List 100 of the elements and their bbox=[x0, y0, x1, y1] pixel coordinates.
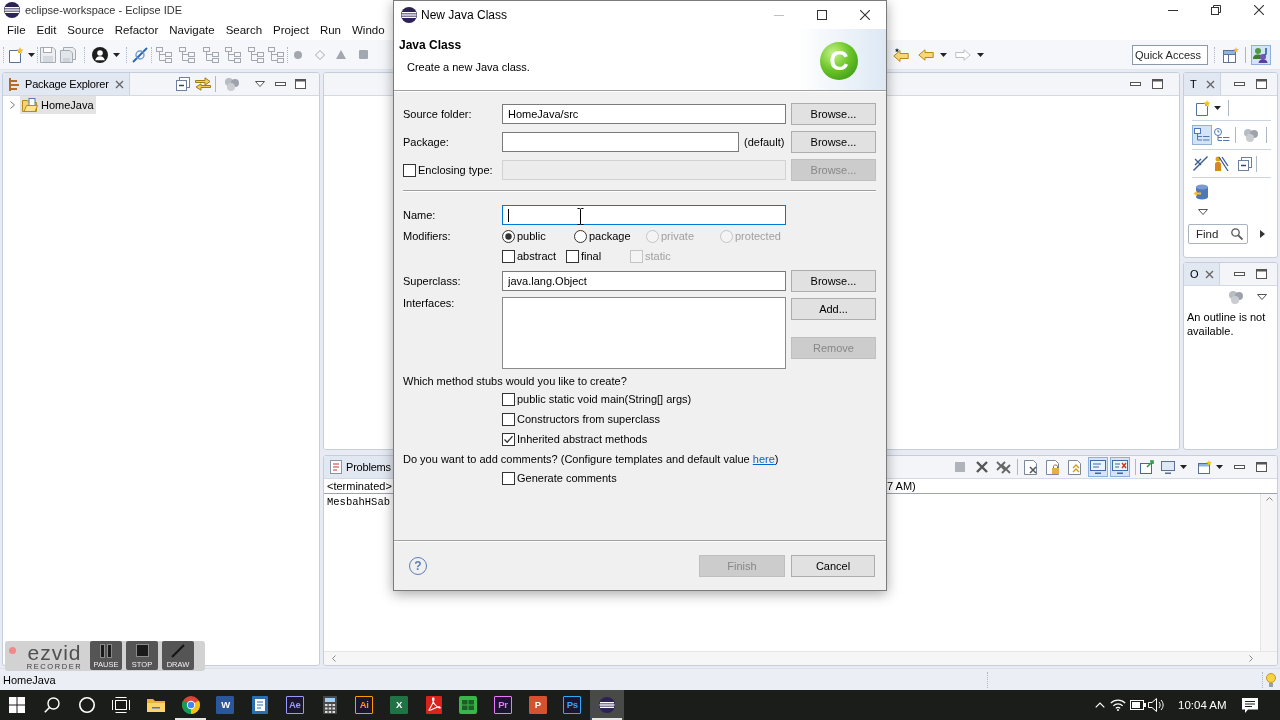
menu-item[interactable]: Source bbox=[67, 24, 104, 36]
start-icon[interactable] bbox=[9, 697, 26, 713]
document-x-icon[interactable] bbox=[1024, 459, 1038, 475]
slashed-circle-icon[interactable] bbox=[132, 46, 148, 63]
taskbar-app-button[interactable] bbox=[589, 690, 625, 720]
chevron-right-icon[interactable] bbox=[10, 101, 15, 109]
app-tile-button[interactable]: Ai bbox=[355, 696, 374, 714]
close-icon[interactable] bbox=[114, 79, 124, 89]
new-window-icon[interactable] bbox=[1198, 460, 1212, 474]
app-tile-button[interactable]: P bbox=[528, 696, 547, 714]
text-field[interactable]: HomeJava/src bbox=[502, 104, 786, 124]
restore-icon[interactable] bbox=[1210, 5, 1221, 15]
menu-item[interactable]: Navigate bbox=[169, 24, 215, 36]
wifi-icon[interactable] bbox=[1110, 699, 1126, 711]
menu-item[interactable]: File bbox=[7, 24, 26, 36]
striped-circle-icon[interactable] bbox=[599, 697, 616, 713]
starred-left-arrow-icon[interactable] bbox=[893, 47, 909, 62]
person-circle-icon[interactable] bbox=[92, 46, 108, 63]
x-icon[interactable] bbox=[976, 461, 988, 473]
window-plus-icon[interactable] bbox=[1223, 46, 1239, 63]
collapse-all-icon[interactable] bbox=[176, 77, 190, 91]
maximize-icon[interactable] bbox=[1256, 79, 1267, 89]
task-view-icon[interactable] bbox=[112, 697, 131, 713]
two-arrows-icon[interactable] bbox=[195, 77, 211, 91]
chevron-left-icon[interactable] bbox=[332, 655, 336, 662]
swirl-tile-icon[interactable] bbox=[425, 696, 442, 714]
circle-icon[interactable] bbox=[78, 697, 95, 713]
browse-button[interactable]: Browse... bbox=[791, 270, 876, 292]
tricolor-circle-icon[interactable] bbox=[181, 696, 200, 714]
menu-item[interactable]: Windo bbox=[352, 24, 385, 36]
left-arrow-icon[interactable] bbox=[918, 48, 934, 61]
checkbox[interactable] bbox=[502, 249, 515, 263]
checkbox[interactable] bbox=[502, 392, 515, 406]
browse-button[interactable]: Browse... bbox=[791, 131, 876, 153]
menu-item[interactable]: Project bbox=[273, 24, 309, 36]
collapse-all-icon[interactable] bbox=[1238, 156, 1252, 171]
close-icon[interactable] bbox=[1205, 269, 1215, 279]
browse-button[interactable]: Browse... bbox=[791, 103, 876, 125]
name-field[interactable] bbox=[502, 205, 786, 225]
right-triangle-icon[interactable] bbox=[1260, 230, 1265, 238]
close-icon[interactable] bbox=[859, 10, 870, 20]
pause-icon[interactable] bbox=[100, 644, 112, 658]
vertical-scrollbar[interactable] bbox=[1260, 494, 1277, 651]
caret-icon[interactable] bbox=[1180, 465, 1187, 469]
app-tile-button[interactable]: W bbox=[216, 696, 235, 714]
menu-item[interactable]: Run bbox=[319, 24, 341, 36]
view-tab[interactable]: O bbox=[1184, 263, 1221, 285]
text-field[interactable]: java.lang.Object bbox=[502, 271, 786, 291]
view-tab[interactable]: Package Explorer bbox=[3, 73, 130, 95]
battery-icon[interactable] bbox=[1130, 700, 1146, 710]
double-x-icon[interactable] bbox=[996, 460, 1011, 474]
quick-access-field[interactable]: Quick Access bbox=[1132, 44, 1208, 65]
monitor-icon[interactable] bbox=[1161, 460, 1175, 474]
minimize-icon[interactable] bbox=[275, 82, 286, 86]
checkbox[interactable] bbox=[566, 249, 579, 263]
dialog-button[interactable]: Cancel bbox=[791, 555, 875, 577]
caret-icon[interactable] bbox=[1216, 465, 1223, 469]
radio-button[interactable] bbox=[502, 229, 515, 243]
close-icon[interactable] bbox=[1205, 79, 1215, 89]
app-tile-button[interactable]: X bbox=[389, 696, 408, 714]
stop-icon[interactable] bbox=[135, 644, 149, 657]
caret-icon[interactable] bbox=[940, 52, 947, 57]
maximize-icon[interactable] bbox=[1152, 79, 1163, 89]
menu-item[interactable]: Edit bbox=[36, 24, 57, 36]
volume-icon[interactable] bbox=[1148, 698, 1164, 712]
document-lock-icon[interactable] bbox=[1046, 459, 1060, 475]
notification-icon[interactable] bbox=[1242, 697, 1258, 713]
checkbox[interactable] bbox=[502, 471, 515, 485]
templates-link[interactable]: here bbox=[752, 453, 775, 465]
new-file-icon[interactable] bbox=[1195, 100, 1211, 116]
horizontal-scrollbar[interactable] bbox=[324, 651, 1277, 665]
menu-item[interactable]: Search bbox=[225, 24, 263, 36]
view-menu-icon[interactable] bbox=[1198, 209, 1208, 215]
view-menu-icon[interactable] bbox=[255, 81, 265, 87]
find-field[interactable]: Find bbox=[1188, 224, 1248, 244]
dialog-button[interactable]: Add... bbox=[791, 298, 876, 320]
grid-tile-icon[interactable] bbox=[459, 696, 478, 714]
new-file-icon[interactable] bbox=[8, 46, 24, 63]
caret-icon[interactable] bbox=[977, 52, 984, 57]
app-tile-button[interactable]: Pr bbox=[493, 696, 512, 714]
caret-icon[interactable] bbox=[113, 52, 120, 57]
maximize-icon[interactable] bbox=[1256, 269, 1267, 279]
checkbox[interactable] bbox=[502, 432, 515, 446]
clock[interactable]: 10:04 AM bbox=[1178, 699, 1227, 711]
maximize-icon[interactable] bbox=[295, 79, 306, 89]
pen-icon[interactable] bbox=[171, 644, 185, 658]
maximize-icon[interactable] bbox=[1256, 462, 1267, 472]
menu-item[interactable]: Refactor bbox=[114, 24, 159, 36]
app-tile-button[interactable]: Ps bbox=[563, 696, 582, 714]
chevron-right-icon[interactable] bbox=[1249, 655, 1253, 662]
app-tile-button[interactable]: Ae bbox=[285, 696, 304, 714]
radio-button[interactable] bbox=[574, 229, 587, 243]
folder-icon[interactable] bbox=[147, 698, 166, 712]
notepad-icon[interactable] bbox=[252, 696, 269, 714]
crossed-out-icon[interactable] bbox=[1193, 156, 1208, 171]
dot-icon[interactable] bbox=[294, 50, 302, 59]
text-field[interactable] bbox=[502, 132, 739, 152]
minimize-icon[interactable] bbox=[1234, 82, 1245, 86]
person-slash-icon[interactable] bbox=[1213, 155, 1229, 172]
interfaces-list[interactable] bbox=[502, 297, 786, 369]
